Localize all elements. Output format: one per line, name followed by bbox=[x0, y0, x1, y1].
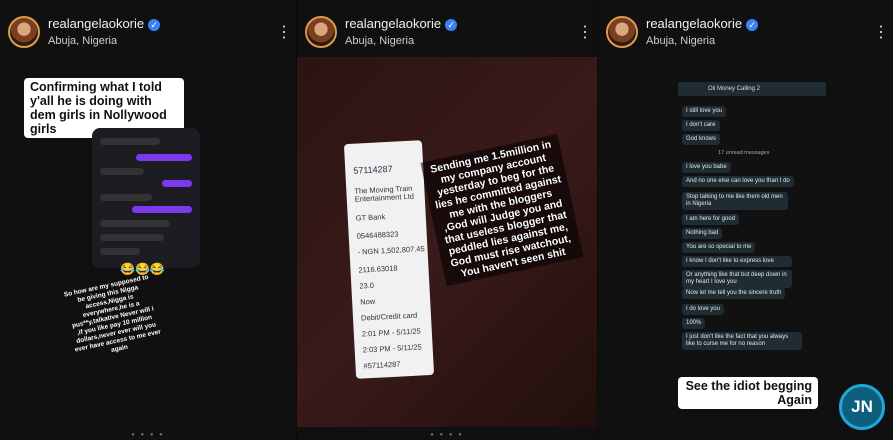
username[interactable]: realangelaokorie ✓ bbox=[48, 16, 161, 31]
story-photo: 57114287 The Moving Train Entertainment … bbox=[297, 57, 597, 427]
story-header: realangelaokorie ✓ Abuja, Nigeria ⋮ bbox=[8, 10, 292, 54]
avatar[interactable] bbox=[8, 16, 40, 48]
carousel-indicator: ● ● ● ● bbox=[131, 432, 165, 438]
story-post-3: realangelaokorie ✓ Abuja, Nigeria ⋮ Oil M… bbox=[598, 0, 893, 440]
location[interactable]: Abuja, Nigeria bbox=[345, 35, 414, 47]
transaction-receipt: 57114287 The Moving Train Entertainment … bbox=[343, 140, 435, 379]
chat-header: Oil Money Calling 2 bbox=[678, 82, 826, 96]
story-text-overlay: Sending me 1.5million in my company acco… bbox=[420, 133, 584, 287]
more-options-icon[interactable]: ⋮ bbox=[276, 22, 292, 42]
watermark-logo: JN bbox=[839, 384, 885, 430]
chat-screenshot bbox=[92, 128, 200, 268]
username[interactable]: realangelaokorie ✓ bbox=[345, 16, 458, 31]
verified-badge-icon: ✓ bbox=[148, 18, 161, 31]
more-options-icon[interactable]: ⋮ bbox=[873, 22, 889, 42]
story-caption: See the idiot begging Again bbox=[678, 377, 818, 409]
story-post-1: realangelaokorie ✓ Abuja, Nigeria ⋮ Confi… bbox=[0, 0, 296, 440]
location[interactable]: Abuja, Nigeria bbox=[48, 35, 117, 47]
story-header: realangelaokorie ✓ Abuja, Nigeria ⋮ bbox=[606, 10, 889, 54]
more-options-icon[interactable]: ⋮ bbox=[577, 22, 593, 42]
avatar[interactable] bbox=[305, 16, 337, 48]
story-text-overlay: So how are my supposed to be giving this… bbox=[63, 273, 162, 355]
avatar[interactable] bbox=[606, 16, 638, 48]
carousel-indicator: ● ● ● ● bbox=[430, 432, 464, 438]
username[interactable]: realangelaokorie ✓ bbox=[646, 16, 759, 31]
location[interactable]: Abuja, Nigeria bbox=[646, 35, 715, 47]
verified-badge-icon: ✓ bbox=[746, 18, 759, 31]
story-post-2: realangelaokorie ✓ Abuja, Nigeria ⋮ 57114… bbox=[297, 0, 597, 440]
chat-screenshot: Oil Money Calling 2 I still love you I d… bbox=[678, 82, 826, 360]
verified-badge-icon: ✓ bbox=[445, 18, 458, 31]
story-header: realangelaokorie ✓ Abuja, Nigeria ⋮ bbox=[305, 10, 593, 54]
